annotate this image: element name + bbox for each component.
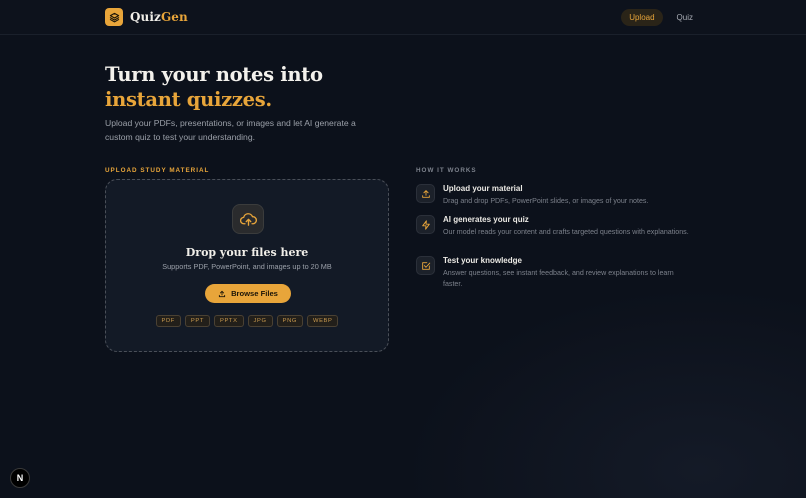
step-title: Test your knowledge <box>443 256 522 265</box>
app-name-part2: Gen <box>160 10 188 24</box>
upload-section-label: UPLOAD STUDY MATERIAL <box>105 167 210 174</box>
format-badge-webp: WEBP <box>307 315 339 327</box>
file-dropzone[interactable]: Drop your files here Supports PDF, Power… <box>105 179 389 352</box>
format-badge-pdf: PDF <box>155 315 181 327</box>
step-description: Answer questions, see instant feedback, … <box>443 269 674 288</box>
dev-tools-badge[interactable]: N <box>10 468 30 488</box>
layers-icon <box>105 8 123 26</box>
app-name: QuizGen <box>130 10 188 24</box>
nav-quiz[interactable]: Quiz <box>669 9 701 26</box>
how-it-works-label: HOW IT WORKS <box>416 167 477 174</box>
hero-title-line2: instant quizzes. <box>105 88 272 111</box>
lightning-icon <box>416 215 435 234</box>
hero-subtitle: Upload your PDFs, presentations, or imag… <box>105 118 356 142</box>
cloud-upload-icon <box>232 204 264 234</box>
main-nav: Upload Quiz <box>621 9 701 26</box>
step-title: Upload your material <box>443 184 523 193</box>
format-badge-jpg: JPG <box>247 315 273 327</box>
checkbox-icon <box>416 256 435 275</box>
step-description: Drag and drop PDFs, PowerPoint slides, o… <box>443 197 649 205</box>
upload-icon <box>416 184 435 203</box>
browse-files-label: Browse Files <box>231 289 278 298</box>
hero-title-line1: Turn your notes into <box>105 63 323 86</box>
app-name-part1: Quiz <box>130 10 161 24</box>
dropzone-subtitle: Supports PDF, PowerPoint, and images up … <box>162 262 332 271</box>
format-badge-ppt: PPT <box>184 315 210 327</box>
browse-files-button[interactable]: Browse Files <box>205 284 291 303</box>
step-title: AI generates your quiz <box>443 215 529 224</box>
nav-upload[interactable]: Upload <box>621 9 663 26</box>
upload-icon <box>218 290 226 297</box>
dropzone-title: Drop your files here <box>185 246 309 259</box>
format-badge-png: PNG <box>276 315 303 327</box>
brand[interactable]: QuizGen <box>105 8 188 26</box>
hero-title: Turn your notes into instant quizzes. <box>105 62 323 112</box>
format-badge-pptx: PPTX <box>214 315 244 327</box>
step-description: Our model reads your content and crafts … <box>443 228 689 236</box>
format-list: PDF PPT PPTX JPG PNG WEBP <box>106 315 388 327</box>
top-navbar: QuizGen Upload Quiz <box>0 0 806 35</box>
